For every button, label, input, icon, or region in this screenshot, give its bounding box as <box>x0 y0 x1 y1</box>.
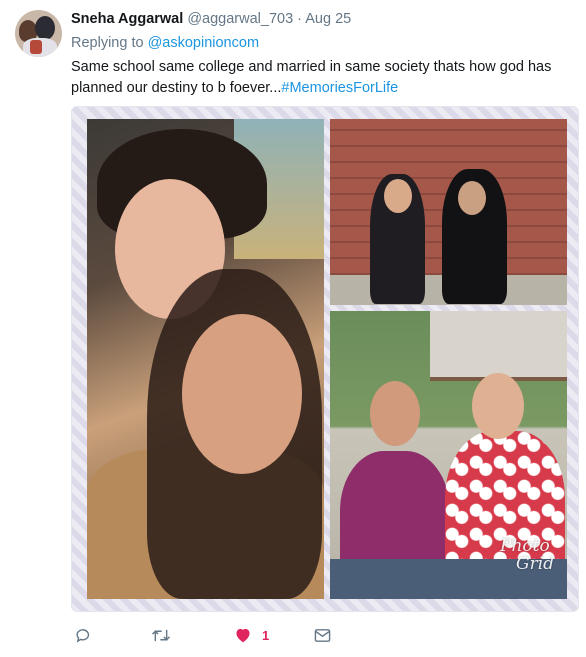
tweet-header: Sneha Aggarwal @aggarwal_703 · Aug 25 <box>71 11 351 27</box>
separator-dot: · <box>297 11 303 27</box>
watermark-line1: Photo <box>500 536 550 556</box>
tweet-actions: 1 <box>71 624 371 646</box>
direct-message-icon <box>314 628 331 642</box>
like-button[interactable]: 1 <box>234 624 269 646</box>
photo-brick-wall[interactable] <box>330 119 567 305</box>
heart-icon <box>236 628 250 643</box>
replying-to-label: Replying to <box>71 35 144 51</box>
mention-link[interactable]: @askopinioncom <box>148 35 259 51</box>
direct-message-button[interactable] <box>314 624 331 646</box>
avatar[interactable] <box>15 10 62 57</box>
tweet-text: Same school same college and married in … <box>71 57 579 99</box>
like-count: 1 <box>262 627 270 643</box>
photo-collage[interactable]: Photo Grid <box>71 106 579 612</box>
hashtag-link[interactable]: #MemoriesForLife <box>281 80 398 96</box>
reply-icon <box>76 628 90 643</box>
reply-button[interactable] <box>75 624 92 646</box>
watermark-line2: Grid <box>516 554 555 574</box>
tweet[interactable]: Sneha Aggarwal @aggarwal_703 · Aug 25 Re… <box>0 0 586 657</box>
replying-to-line: Replying to @askopinioncom <box>71 35 259 51</box>
user-handle[interactable]: @aggarwal_703 <box>187 11 293 27</box>
tweet-date[interactable]: Aug 25 <box>305 11 351 27</box>
photo-grid-watermark: Photo Grid <box>500 537 554 573</box>
retweet-button[interactable] <box>151 624 171 646</box>
display-name[interactable]: Sneha Aggarwal <box>71 11 183 27</box>
retweet-icon <box>151 629 171 641</box>
photo-selfie[interactable] <box>87 119 324 599</box>
